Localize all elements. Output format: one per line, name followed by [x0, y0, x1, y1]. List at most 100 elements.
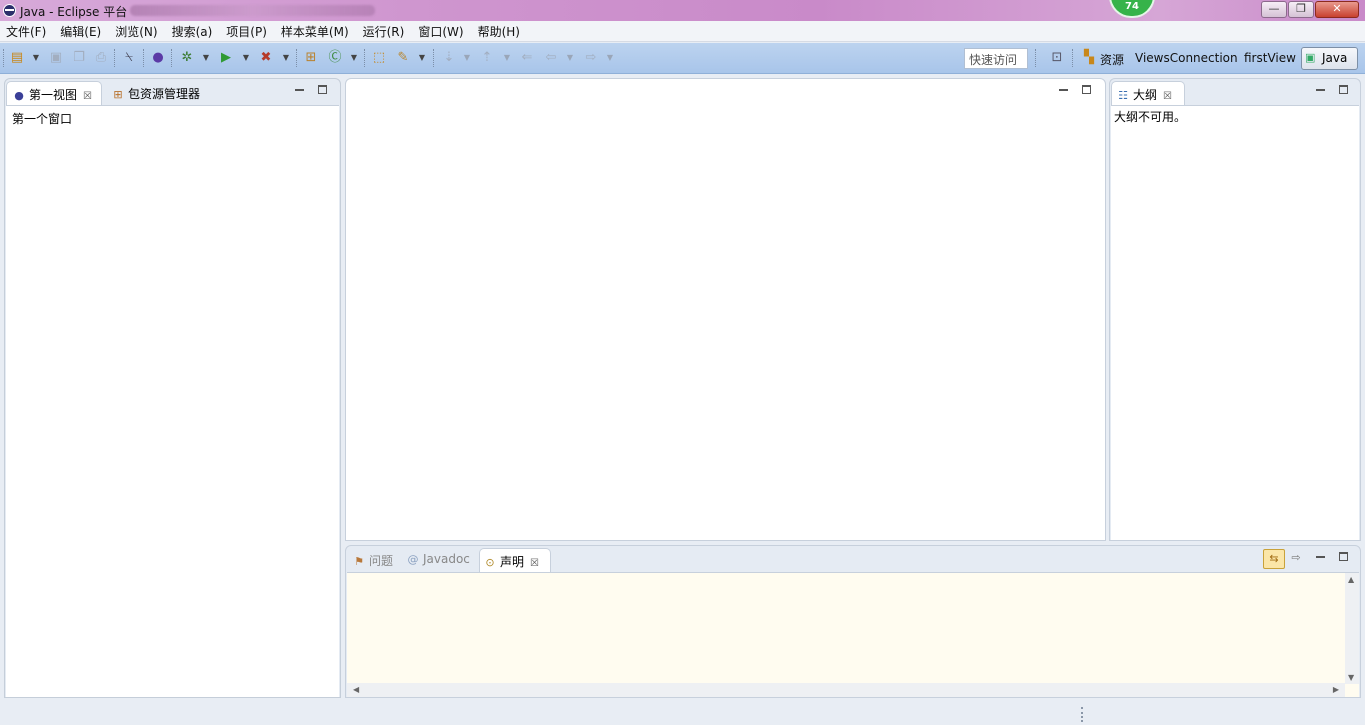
javadoc-at-icon: @ [407, 553, 419, 566]
status-bar-grip[interactable] [1081, 707, 1083, 722]
tab-declaration-label: 声明 [500, 555, 525, 569]
perspective-java-label: Java [1322, 51, 1348, 65]
run-dropdown-icon[interactable]: ▼ [242, 49, 250, 67]
close-button[interactable]: ✕ [1315, 1, 1359, 18]
run-icon[interactable]: ▶ [217, 49, 235, 67]
tab-outline[interactable]: ☷ 大纲 ☒ [1111, 81, 1185, 105]
problems-icon: ⚑ [354, 555, 364, 568]
print-icon[interactable]: ⎙ [92, 49, 110, 67]
quick-access-input[interactable]: 快速访问 [964, 48, 1028, 69]
menu-file[interactable]: 文件(F) [6, 23, 46, 40]
minimize-view-icon[interactable] [295, 89, 304, 91]
minimize-view-icon[interactable] [1316, 89, 1325, 91]
scroll-right-icon[interactable]: ▶ [1333, 685, 1339, 694]
window-titlebar: Java - Eclipse 平台 74 — ❐ ✕ [0, 0, 1365, 21]
search-icon[interactable]: ✎ [394, 49, 412, 67]
scroll-left-icon[interactable]: ◀ [353, 685, 359, 694]
menu-window[interactable]: 窗口(W) [418, 23, 463, 40]
search-dropdown-icon[interactable]: ▼ [418, 49, 426, 67]
menu-run[interactable]: 运行(R) [363, 23, 405, 40]
declaration-content: ▲ ▼ ◀ ▶ [347, 572, 1359, 697]
close-tab-icon[interactable]: ☒ [1163, 91, 1172, 102]
open-perspective-icon[interactable]: ⊡ [1048, 49, 1066, 67]
menu-help[interactable]: 帮助(H) [478, 23, 520, 40]
scroll-down-icon[interactable]: ▼ [1348, 673, 1354, 682]
forward-dropdown-icon[interactable]: ▼ [606, 49, 614, 67]
minimize-editor-icon[interactable] [1059, 89, 1068, 91]
restore-button[interactable]: ❐ [1288, 1, 1314, 18]
previous-annotation-icon[interactable]: ⇡ [478, 49, 496, 67]
toolbar-separator [143, 49, 144, 67]
tab-first-view-label: 第一视图 [29, 88, 78, 102]
status-bar [0, 703, 1365, 725]
horizontal-scrollbar[interactable]: ◀ ▶ [347, 683, 1345, 697]
scroll-up-icon[interactable]: ▲ [1348, 575, 1354, 584]
menu-navigate[interactable]: 浏览(N) [115, 23, 157, 40]
maximize-view-icon[interactable] [1339, 552, 1348, 561]
previous-annotation-dropdown-icon[interactable]: ▼ [503, 49, 511, 67]
perspective-views-connection[interactable]: ViewsConnection [1135, 51, 1238, 65]
first-view-text: 第一个窗口 [12, 112, 73, 126]
toolbar-separator [3, 49, 4, 67]
back-icon[interactable]: ⇦ [542, 49, 560, 67]
toolbar-separator [433, 49, 434, 67]
outline-tabrow: ☷ 大纲 ☒ [1110, 79, 1360, 105]
tab-declaration[interactable]: ⊙ 声明 ☒ [479, 548, 551, 572]
next-annotation-icon[interactable]: ⇣ [440, 49, 458, 67]
external-tools-icon[interactable]: ✖ [257, 49, 275, 67]
new-java-package-icon[interactable]: ⊞ [302, 49, 320, 67]
toolbar-separator [1072, 49, 1073, 67]
minimize-button[interactable]: — [1261, 1, 1287, 18]
perspective-java[interactable]: ▣ Java [1301, 47, 1358, 70]
menu-search[interactable]: 搜索(a) [172, 23, 213, 40]
left-view-stack: ● 第一视图 ☒ ⊞ 包资源管理器 第一个窗口 [4, 78, 341, 698]
save-icon[interactable]: ▣ [47, 49, 65, 67]
bottom-tabrow: ⚑ 问题 @ Javadoc ⊙ 声明 ☒ ⇆ ⇨ [346, 546, 1360, 572]
tab-javadoc[interactable]: @ Javadoc [404, 548, 470, 572]
debug-dropdown-icon[interactable]: ▼ [202, 49, 210, 67]
tab-problems[interactable]: ⚑ 问题 [350, 548, 393, 572]
forward-icon[interactable]: ⇨ [582, 49, 600, 67]
new-class-dropdown-icon[interactable]: ▼ [350, 49, 358, 67]
editor-area [345, 78, 1106, 541]
new-dropdown-icon[interactable]: ▼ [32, 49, 40, 67]
toolbar-separator [114, 49, 115, 67]
first-view-content: 第一个窗口 [6, 105, 339, 697]
maximize-editor-icon[interactable] [1082, 85, 1091, 94]
skip-breakpoints-icon[interactable]: ⍀ [120, 49, 138, 67]
vertical-scrollbar[interactable]: ▲ ▼ [1345, 573, 1359, 684]
eclipse-app-icon [3, 4, 16, 17]
open-input-icon[interactable]: ⇨ [1287, 549, 1305, 567]
open-type-icon[interactable]: ⬚ [370, 49, 388, 67]
toolbar-separator [171, 49, 172, 67]
close-tab-icon[interactable]: ☒ [530, 558, 539, 569]
menu-project[interactable]: 项目(P) [226, 23, 267, 40]
window-controls: — ❐ ✕ [1261, 1, 1359, 18]
last-edit-location-icon[interactable]: ⇐ [518, 49, 536, 67]
toolbar-separator [364, 49, 365, 67]
menu-edit[interactable]: 编辑(E) [60, 23, 101, 40]
maximize-view-icon[interactable] [1339, 85, 1348, 94]
next-annotation-dropdown-icon[interactable]: ▼ [463, 49, 471, 67]
back-dropdown-icon[interactable]: ▼ [566, 49, 574, 67]
tab-package-explorer[interactable]: ⊞ 包资源管理器 [108, 81, 200, 105]
debug-icon[interactable]: ✲ [178, 49, 196, 67]
toolbar-separator [1035, 49, 1036, 67]
maximize-view-icon[interactable] [318, 85, 327, 94]
perspective-resource[interactable]: 资源 [1100, 51, 1124, 68]
external-tools-dropdown-icon[interactable]: ▼ [282, 49, 290, 67]
perspective-first-view[interactable]: firstView [1244, 51, 1296, 65]
resource-perspective-icon[interactable]: ▚ [1080, 49, 1098, 67]
notification-badge: 74 [1109, 0, 1155, 18]
new-java-class-icon[interactable]: Ⓒ [326, 49, 344, 67]
menu-sample[interactable]: 样本菜单(M) [281, 23, 349, 40]
outline-icon: ☷ [1118, 89, 1128, 102]
save-all-icon[interactable]: ❐ [70, 49, 88, 67]
java-perspective-icon: ▣ [1305, 51, 1316, 64]
eclipse-globe-icon[interactable]: ● [149, 49, 167, 67]
new-file-icon[interactable]: ▤ [8, 49, 26, 67]
minimize-view-icon[interactable] [1316, 556, 1325, 558]
close-tab-icon[interactable]: ☒ [83, 91, 92, 102]
tab-first-view[interactable]: ● 第一视图 ☒ [6, 81, 102, 105]
link-with-selection-icon[interactable]: ⇆ [1263, 549, 1285, 569]
